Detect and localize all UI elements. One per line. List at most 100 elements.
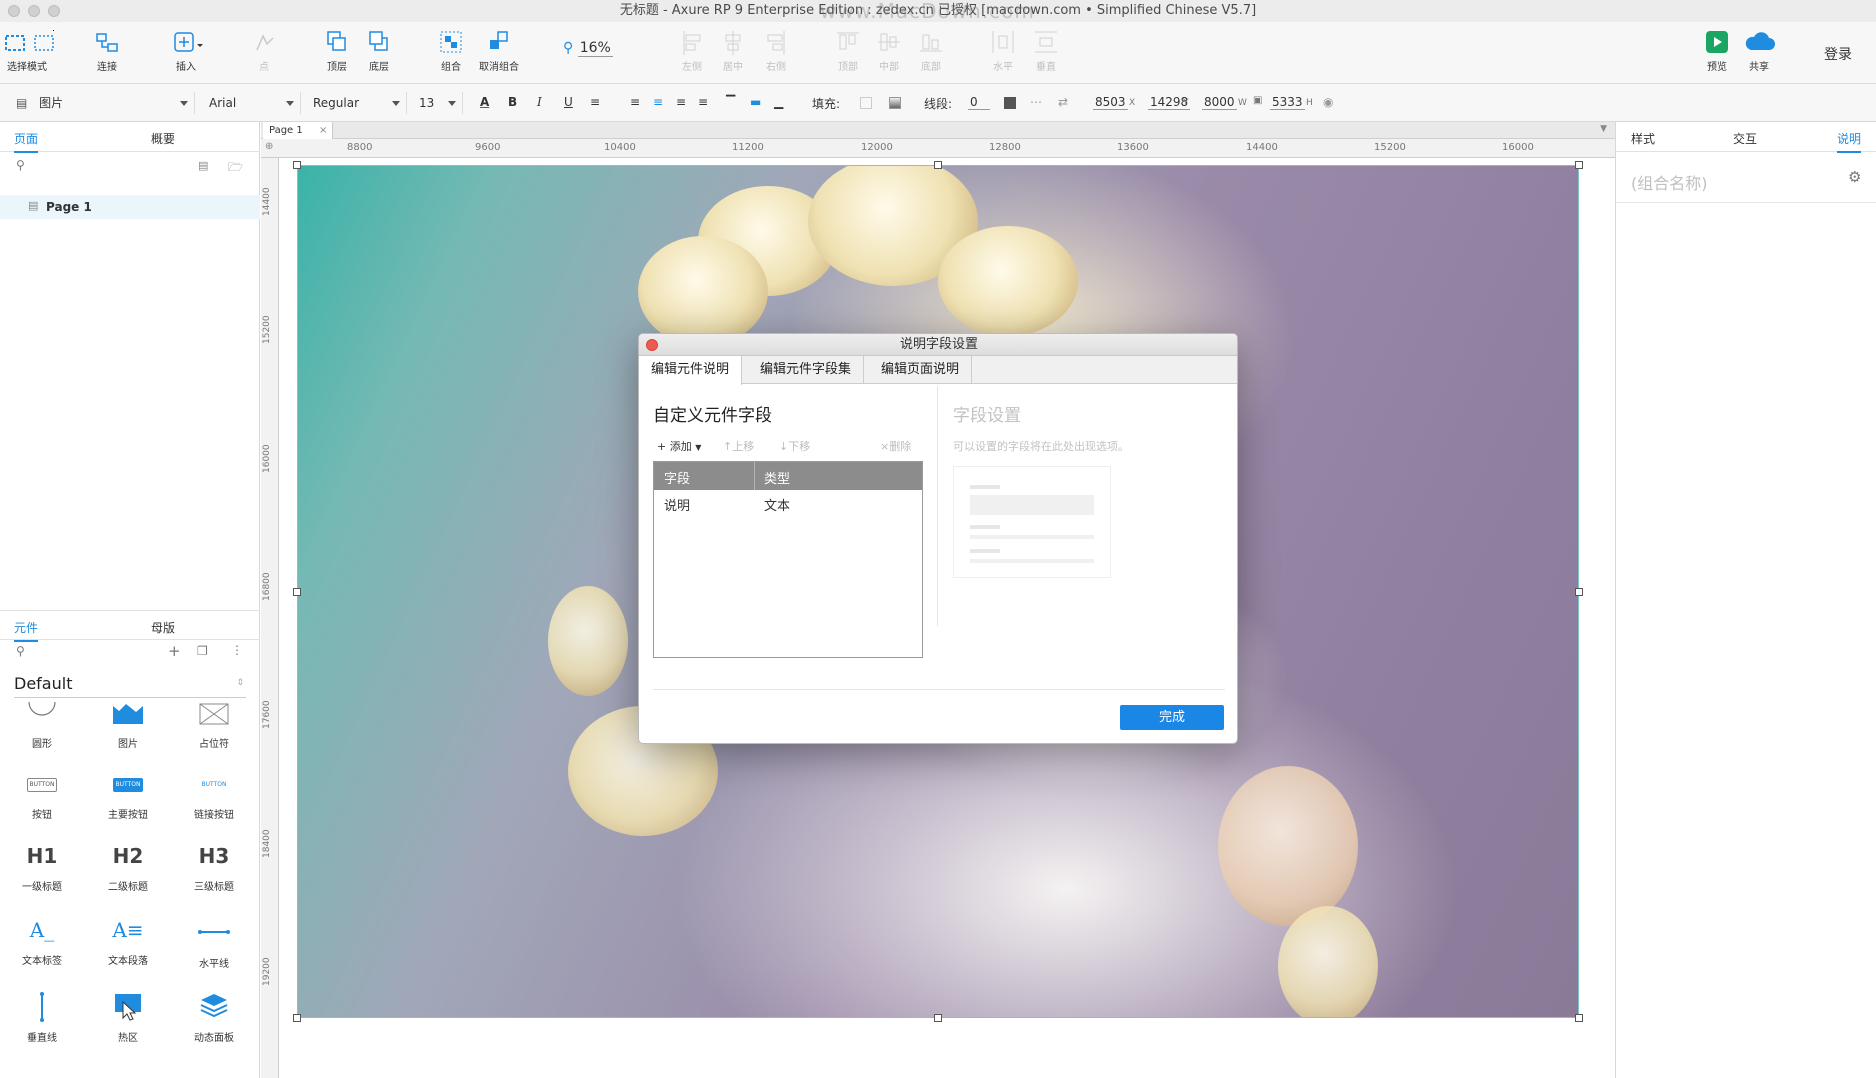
resize-handle[interactable] xyxy=(1575,161,1583,169)
move-up-button[interactable]: ↑上移 xyxy=(723,438,754,454)
group-name-field[interactable]: (组合名称) xyxy=(1631,170,1841,194)
bold-button[interactable]: B xyxy=(508,95,517,109)
add-library-icon[interactable]: + xyxy=(168,642,181,660)
eye-icon[interactable]: ◉ xyxy=(1323,95,1333,109)
close-icon: × xyxy=(880,440,890,453)
close-window-button[interactable] xyxy=(8,5,20,17)
resize-handle[interactable] xyxy=(1575,1014,1583,1022)
tab-edit-widget-notes[interactable]: 编辑元件说明 xyxy=(639,356,743,385)
align-right-button[interactable]: 右侧 xyxy=(746,28,806,73)
lock-icon[interactable]: ▣ xyxy=(1253,95,1262,106)
add-folder-icon[interactable]: 🗁 xyxy=(228,158,243,179)
underline-button[interactable]: U xyxy=(564,95,573,109)
shadow-swatch[interactable] xyxy=(889,97,901,109)
valign-middle-button[interactable]: ▬ xyxy=(750,95,761,109)
widget-image[interactable]: 图片 xyxy=(93,702,163,750)
fill-color-swatch[interactable] xyxy=(860,97,872,109)
ungroup-button[interactable]: 取消组合 xyxy=(469,28,529,73)
tab-library[interactable]: 元件 xyxy=(14,619,39,642)
align-text-left-button[interactable]: ≡ xyxy=(630,95,640,109)
minimize-window-button[interactable] xyxy=(28,5,40,17)
font-color-button[interactable]: A xyxy=(480,95,489,109)
align-right-icon xyxy=(767,31,785,55)
resize-handle[interactable] xyxy=(934,1014,942,1022)
share-button[interactable]: 共享 xyxy=(1729,28,1789,73)
widget-dynamic-panel[interactable]: 动态面板 xyxy=(179,992,249,1044)
align-bottom-button[interactable]: 底部 xyxy=(901,28,961,73)
tab-outline[interactable]: 概要 xyxy=(151,130,175,147)
tab-edit-page-notes[interactable]: 编辑页面说明 xyxy=(869,356,973,384)
ruler-tick: 14400 xyxy=(1246,142,1278,153)
login-button[interactable]: 登录 xyxy=(1824,44,1852,64)
resize-handle[interactable] xyxy=(934,161,942,169)
close-icon[interactable]: × xyxy=(319,122,327,139)
select-mode-button[interactable]: 选择模式 xyxy=(0,28,57,73)
tab-masters[interactable]: 母版 xyxy=(151,619,175,636)
zoom-control[interactable]: ⚲ 16% xyxy=(563,40,637,60)
gear-icon[interactable]: ⚙ xyxy=(1848,168,1861,186)
font-style-select[interactable]: Regular xyxy=(307,92,407,114)
page-list-item[interactable]: ▤ Page 1 xyxy=(0,195,260,219)
move-down-button[interactable]: ↓下移 xyxy=(779,438,810,454)
page-tab[interactable]: Page 1 × xyxy=(263,122,333,139)
search-icon[interactable]: ⚲ xyxy=(16,158,25,172)
arrow-style-icon[interactable]: ⇄ xyxy=(1058,95,1068,109)
font-family-select[interactable]: Arial xyxy=(203,92,301,114)
done-button[interactable]: 完成 xyxy=(1120,705,1224,730)
tab-pages[interactable]: 页面 xyxy=(14,130,39,153)
tab-notes[interactable]: 说明 xyxy=(1837,130,1862,153)
stroke-pattern-icon[interactable]: ⋯ xyxy=(1030,95,1042,109)
widget-hotspot[interactable]: 热区 xyxy=(93,992,163,1044)
widget-placeholder[interactable]: 占位符 xyxy=(179,702,249,750)
align-text-right-button[interactable]: ≡ xyxy=(676,95,686,109)
send-to-back-button[interactable]: 底层 xyxy=(349,28,409,73)
dialog-close-button[interactable] xyxy=(646,339,658,351)
x-input[interactable]: 8503 xyxy=(1093,95,1128,110)
valign-top-button[interactable]: ▔ xyxy=(726,95,735,109)
tab-overflow-icon[interactable]: ▼ xyxy=(1600,124,1607,134)
align-text-center-button[interactable]: ≡ xyxy=(653,95,663,109)
search-icon[interactable]: ⚲ xyxy=(16,644,25,658)
valign-bottom-button[interactable]: ▁ xyxy=(774,95,783,109)
widget-horizontal-line[interactable]: 水平线 xyxy=(179,918,249,970)
widget-text-label[interactable]: A_ 文本标签 xyxy=(7,918,77,967)
library-stack-icon[interactable]: ❐ xyxy=(197,644,208,658)
widget-circle[interactable]: 圆形 xyxy=(7,701,77,750)
add-page-icon[interactable]: ▤ xyxy=(198,159,208,172)
widget-primary-button[interactable]: BUTTON 主要按钮 xyxy=(93,778,163,821)
stroke-color-swatch[interactable] xyxy=(1004,97,1016,109)
more-options-icon[interactable]: ⋮ xyxy=(231,643,243,657)
delete-field-button[interactable]: ×删除 xyxy=(880,438,911,454)
tab-interaction[interactable]: 交互 xyxy=(1733,130,1757,147)
tab-edit-field-sets[interactable]: 编辑元件字段集 xyxy=(748,356,865,384)
resize-handle[interactable] xyxy=(293,588,301,596)
widget-paragraph[interactable]: A≡ 文本段落 xyxy=(93,918,163,967)
widget-h2[interactable]: H2 二级标题 xyxy=(93,844,163,893)
widget-h3[interactable]: H3 三级标题 xyxy=(179,844,249,893)
tab-style[interactable]: 样式 xyxy=(1631,130,1655,147)
resize-handle[interactable] xyxy=(293,161,301,169)
chevron-down-icon xyxy=(448,101,456,106)
connect-button[interactable]: 连接 xyxy=(77,28,137,73)
add-field-button[interactable]: + 添加 ▼ xyxy=(657,438,701,454)
width-input[interactable]: 8000 xyxy=(1202,95,1237,110)
italic-button[interactable]: I xyxy=(537,95,542,109)
justify-text-button[interactable]: ≡ xyxy=(698,95,708,109)
height-input[interactable]: 5333 xyxy=(1270,95,1305,110)
widget-button[interactable]: BUTTON 按钮 xyxy=(7,778,77,821)
resize-handle[interactable] xyxy=(293,1014,301,1022)
table-row[interactable]: 说明 文本 xyxy=(654,490,922,516)
widget-h1[interactable]: H1 一级标题 xyxy=(7,844,77,893)
bullet-list-button[interactable]: ≡ xyxy=(590,95,600,109)
widget-vertical-line[interactable]: 垂直线 xyxy=(7,992,77,1044)
insert-button[interactable]: 插入 xyxy=(156,28,216,73)
stroke-width-input[interactable]: 0 xyxy=(968,95,990,110)
font-size-select[interactable]: 13 xyxy=(413,92,463,114)
library-select[interactable]: Default ⇕ xyxy=(14,674,246,698)
zoom-window-button[interactable] xyxy=(48,5,60,17)
point-button[interactable]: 点 xyxy=(234,28,294,73)
element-type-select[interactable]: ▤ 图片 xyxy=(10,92,195,114)
resize-handle[interactable] xyxy=(1575,588,1583,596)
distribute-vertical-button[interactable]: 垂直 xyxy=(1016,28,1076,73)
widget-link-button[interactable]: BUTTON 链接按钮 xyxy=(179,778,249,821)
